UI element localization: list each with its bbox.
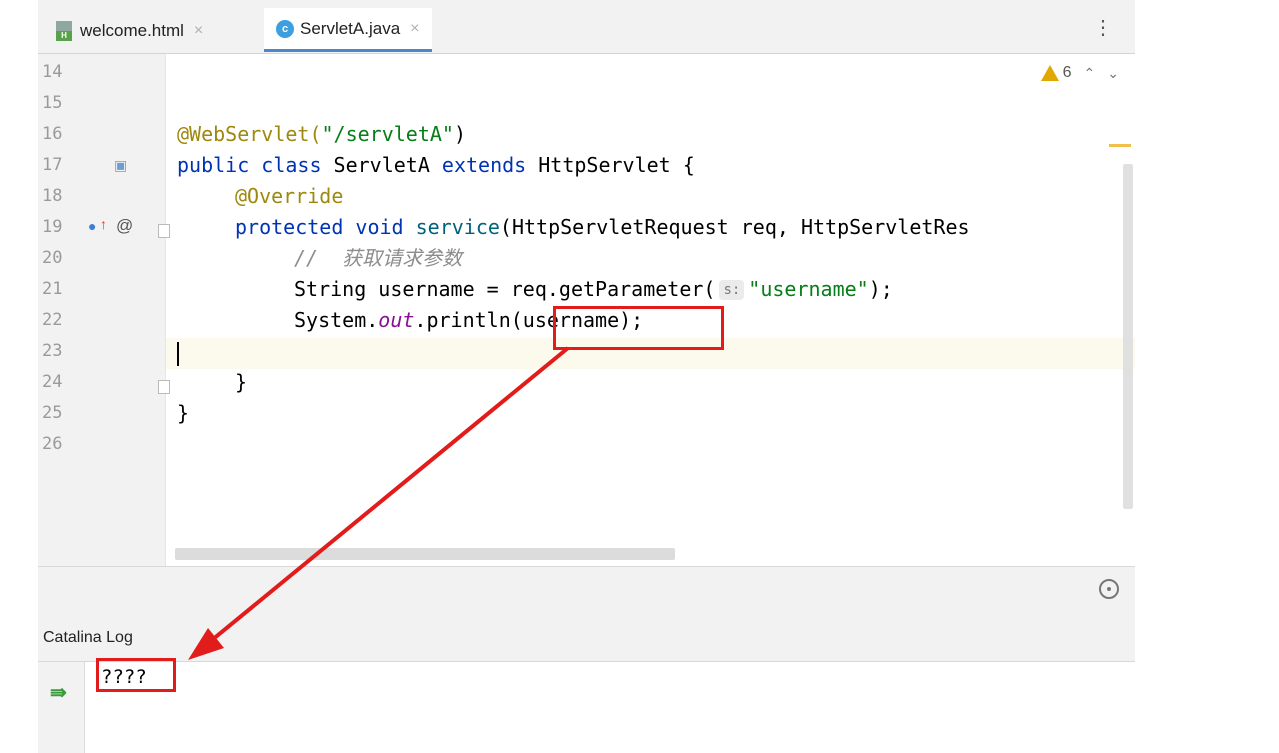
line-number: 17 <box>42 155 63 175</box>
code-line-19: protected void service(HttpServletReques… <box>235 215 970 239</box>
java-class-icon: c <box>276 19 294 38</box>
tab-label: ServletA.java <box>300 18 401 38</box>
soft-wrap-icon[interactable]: ⇛ <box>50 680 67 705</box>
arrow-up-icon[interactable]: ↑ <box>100 216 107 232</box>
code-line-22: System.out.println(username); <box>294 308 644 332</box>
line-number: 23 <box>42 341 63 361</box>
log-panel: ⇛ ???? <box>38 662 1135 753</box>
line-number: 21 <box>42 279 63 299</box>
override-method-icon[interactable]: ● <box>88 218 96 234</box>
fold-icon[interactable] <box>158 224 170 238</box>
code-line-25: } <box>177 401 190 425</box>
more-options-icon[interactable]: ⋮ <box>1093 18 1113 38</box>
log-tab-catalina[interactable]: Catalina Log <box>43 629 133 647</box>
line-number: 19 <box>42 217 63 237</box>
crosshair-icon[interactable] <box>1099 579 1119 599</box>
inspection-widget[interactable]: 6 ⌃ ⌄ <box>1040 64 1119 82</box>
editor-tab-bar: H welcome.html × c ServletA.java × ⋮ <box>38 8 1135 54</box>
line-number: 24 <box>42 372 63 392</box>
line-number: 15 <box>42 93 63 113</box>
at-sign-icon[interactable]: @ <box>116 216 133 236</box>
chevron-up-icon[interactable]: ⌃ <box>1084 65 1096 82</box>
vertical-scrollbar[interactable] <box>1123 164 1133 509</box>
close-icon[interactable]: × <box>410 20 419 38</box>
code-line-21: String username = req.getParameter(s: "us… <box>294 277 893 301</box>
code-editor[interactable]: 14 15 16 17 18 19 20 21 22 23 24 25 26 ▣… <box>38 54 1135 566</box>
current-line-highlight <box>166 338 1135 369</box>
tab-servleta-java[interactable]: c ServletA.java × <box>264 8 432 52</box>
line-number: 16 <box>42 124 63 144</box>
log-output-text: ???? <box>101 666 147 688</box>
code-line-17: public class ServletA extends HttpServle… <box>177 153 695 177</box>
code-line-20: // 获取请求参数 <box>294 246 463 270</box>
line-number: 18 <box>42 186 63 206</box>
line-number: 25 <box>42 403 63 423</box>
warning-stripe-mark[interactable] <box>1109 144 1131 147</box>
line-number-gutter: 14 15 16 17 18 19 20 21 22 23 24 25 26 ▣… <box>38 54 170 566</box>
tab-label: welcome.html <box>80 20 184 40</box>
log-toolbar: ⇛ <box>38 662 85 753</box>
line-number: 22 <box>42 310 63 330</box>
tab-welcome-html[interactable]: H welcome.html × <box>54 8 203 53</box>
tool-window-strip <box>38 566 1135 614</box>
log-panel-header: Catalina Log <box>38 613 1135 662</box>
chevron-down-icon[interactable]: ⌄ <box>1107 65 1119 82</box>
line-number: 26 <box>42 434 63 454</box>
line-number: 20 <box>42 248 63 268</box>
web-servlet-icon[interactable]: ▣ <box>114 157 127 174</box>
code-line-18: @Override <box>235 184 344 208</box>
horizontal-scrollbar[interactable] <box>175 548 675 560</box>
warning-count: 6 <box>1062 64 1072 81</box>
warning-icon <box>1040 65 1059 81</box>
line-number: 14 <box>42 62 63 82</box>
ide-window: H welcome.html × c ServletA.java × ⋮ 14 … <box>38 0 1135 753</box>
fold-icon[interactable] <box>158 380 170 394</box>
close-icon[interactable]: × <box>194 22 203 40</box>
text-caret <box>177 342 179 366</box>
code-line-16: @WebServlet("/servletA") <box>177 122 466 146</box>
html-file-icon: H <box>54 20 74 41</box>
parameter-hint: s: <box>719 280 745 300</box>
code-line-24: } <box>235 370 248 394</box>
